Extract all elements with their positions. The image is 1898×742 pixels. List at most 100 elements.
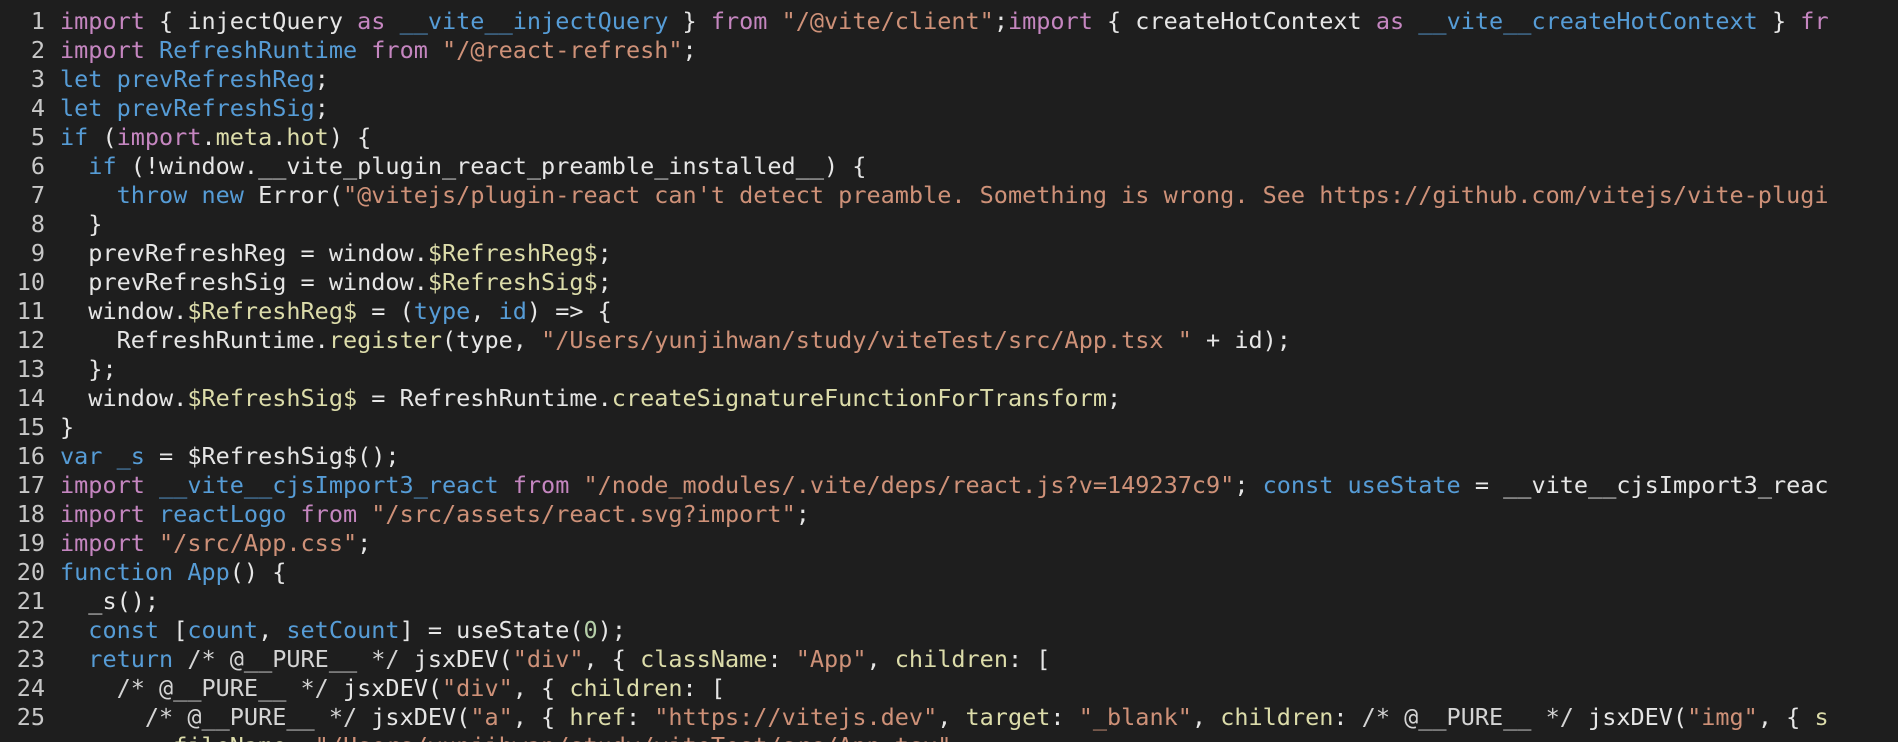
- code-text: var _s = $RefreshSig$();: [60, 442, 400, 471]
- code-line[interactable]: 4 let prevRefreshSig;: [0, 94, 1898, 123]
- code-line[interactable]: 22 const [count, setCount] = useState(0)…: [0, 616, 1898, 645]
- code-token: }: [60, 210, 103, 238]
- line-number: 1: [30, 7, 45, 35]
- code-token: :: [1333, 703, 1362, 731]
- code-token: from: [498, 471, 570, 499]
- code-line[interactable]: 3 let prevRefreshReg;: [0, 65, 1898, 94]
- code-token: target: [965, 703, 1051, 731]
- code-token: var: [60, 442, 103, 470]
- code-token: );: [597, 616, 626, 644]
- code-token: jsxDEV(: [328, 674, 443, 702]
- code-token: "/Users/yunjihwan/study/viteTest/src/App…: [541, 326, 1192, 354]
- code-token: fr: [1800, 7, 1829, 35]
- code-text: RefreshRuntime.register(type, "/Users/yu…: [60, 326, 1291, 355]
- code-token: ,: [866, 645, 895, 673]
- code-token: }: [60, 413, 75, 441]
- code-line[interactable]: 20 function App() {: [0, 558, 1898, 587]
- line-number: 7: [30, 181, 45, 209]
- code-token: .: [272, 123, 287, 151]
- code-line[interactable]: 19 import "/src/App.css";: [0, 529, 1898, 558]
- code-text: };: [60, 355, 117, 384]
- code-text: import __vite__cjsImport3_react from "/n…: [60, 471, 1829, 500]
- code-line[interactable]: 11 window.$RefreshReg$ = (type, id) => {: [0, 297, 1898, 326]
- code-token: import: [60, 36, 145, 64]
- code-line[interactable]: 9 prevRefreshReg = window.$RefreshReg$;: [0, 239, 1898, 268]
- code-token: window.: [60, 297, 188, 325]
- line-number: 4: [30, 94, 45, 122]
- code-token: href: [569, 703, 626, 731]
- code-token: ;: [1106, 384, 1122, 412]
- code-text: window.$RefreshReg$ = (type, id) => {: [60, 297, 612, 326]
- code-token: /* @__PURE__ */: [144, 703, 358, 731]
- code-token: RefreshRuntime: [144, 36, 358, 64]
- code-token: prevRefreshReg: [102, 65, 315, 93]
- code-line[interactable]: 23 return /* @__PURE__ */ jsxDEV("div", …: [0, 645, 1898, 674]
- code-line[interactable]: 21 _s();: [0, 587, 1898, 616]
- code-line[interactable]: 25 /* @__PURE__ */ jsxDEV("a", { href: "…: [0, 703, 1898, 732]
- code-token: "div": [512, 645, 584, 673]
- code-token: ;: [795, 500, 810, 528]
- code-token: prevRefreshSig: [102, 94, 315, 122]
- code-token: return: [88, 645, 174, 673]
- code-line[interactable]: 17 import __vite__cjsImport3_react from "…: [0, 471, 1898, 500]
- line-number: 22: [16, 616, 45, 644]
- line-number: 13: [16, 355, 45, 383]
- code-token: "https://vitejs.dev": [654, 703, 938, 731]
- code-line[interactable]: 24 /* @__PURE__ */ jsxDEV("div", { child…: [0, 674, 1898, 703]
- code-token: ;: [682, 36, 697, 64]
- code-token: new: [187, 181, 244, 209]
- line-number: 19: [16, 529, 45, 557]
- line-number: 11: [16, 297, 45, 325]
- code-line[interactable]: fileName: "/Users/yunjihwan/study/viteTe…: [0, 732, 1898, 742]
- code-token: fileName: [173, 732, 286, 742]
- code-token: , {: [1757, 703, 1815, 731]
- code-token: }: [668, 7, 711, 35]
- code-token: (!window.__vite_plugin_react_preamble_in…: [116, 152, 867, 180]
- code-token: "/src/App.css": [144, 529, 358, 557]
- code-text: const [count, setCount] = useState(0);: [60, 616, 626, 645]
- code-token: createSignatureFunctionForTransform: [611, 384, 1107, 412]
- code-token: $RefreshSig$: [187, 384, 358, 412]
- code-editor[interactable]: 1 import { injectQuery as __vite__injectQ…: [0, 0, 1898, 742]
- code-line[interactable]: 8 }: [0, 210, 1898, 239]
- code-token: () {: [229, 558, 287, 586]
- code-token: className: [640, 645, 768, 673]
- code-token: if: [88, 152, 117, 180]
- code-token: ,: [1191, 703, 1221, 731]
- code-text: /* @__PURE__ */ jsxDEV("a", { href: "htt…: [60, 703, 1829, 732]
- code-token: function: [60, 558, 174, 586]
- code-token: s: [1814, 703, 1829, 731]
- code-token: :: [1050, 703, 1079, 731]
- code-token: ) {: [328, 123, 372, 151]
- code-token: __vite__injectQuery: [385, 7, 669, 35]
- code-token: };: [60, 355, 117, 383]
- code-line[interactable]: 6 if (!window.__vite_plugin_react_preamb…: [0, 152, 1898, 181]
- code-token: }: [1757, 7, 1801, 35]
- code-token: :: [286, 732, 314, 742]
- code-token: : [: [1007, 645, 1051, 673]
- code-token: , {: [512, 674, 570, 702]
- code-line[interactable]: 2 import RefreshRuntime from "/@react-ref…: [0, 36, 1898, 65]
- code-token: register: [328, 326, 443, 354]
- code-line[interactable]: 1 import { injectQuery as __vite__injectQ…: [0, 7, 1898, 36]
- code-token: ;: [597, 239, 612, 267]
- code-line[interactable]: 7 throw new Error("@vitejs/plugin-react …: [0, 181, 1898, 210]
- code-line[interactable]: 18 import reactLogo from "/src/assets/rea…: [0, 500, 1898, 529]
- code-line[interactable]: 5 if (import.meta.hot) {: [0, 123, 1898, 152]
- code-token: _s: [102, 442, 145, 470]
- code-line[interactable]: 15}: [0, 413, 1898, 442]
- code-token: /* @__PURE__ */: [1361, 703, 1574, 731]
- code-token: { injectQuery: [144, 7, 358, 35]
- code-line[interactable]: 16 var _s = $RefreshSig$();: [0, 442, 1898, 471]
- code-token: $RefreshReg$: [187, 297, 358, 325]
- code-text: /* @__PURE__ */ jsxDEV("div", { children…: [60, 674, 725, 703]
- code-token: throw: [116, 181, 188, 209]
- code-line[interactable]: 10 prevRefreshSig = window.$RefreshSig$;: [0, 268, 1898, 297]
- code-line[interactable]: 13 };: [0, 355, 1898, 384]
- code-line[interactable]: 14 window.$RefreshSig$ = RefreshRuntime.…: [0, 384, 1898, 413]
- code-line[interactable]: 12 RefreshRuntime.register(type, "/Users…: [0, 326, 1898, 355]
